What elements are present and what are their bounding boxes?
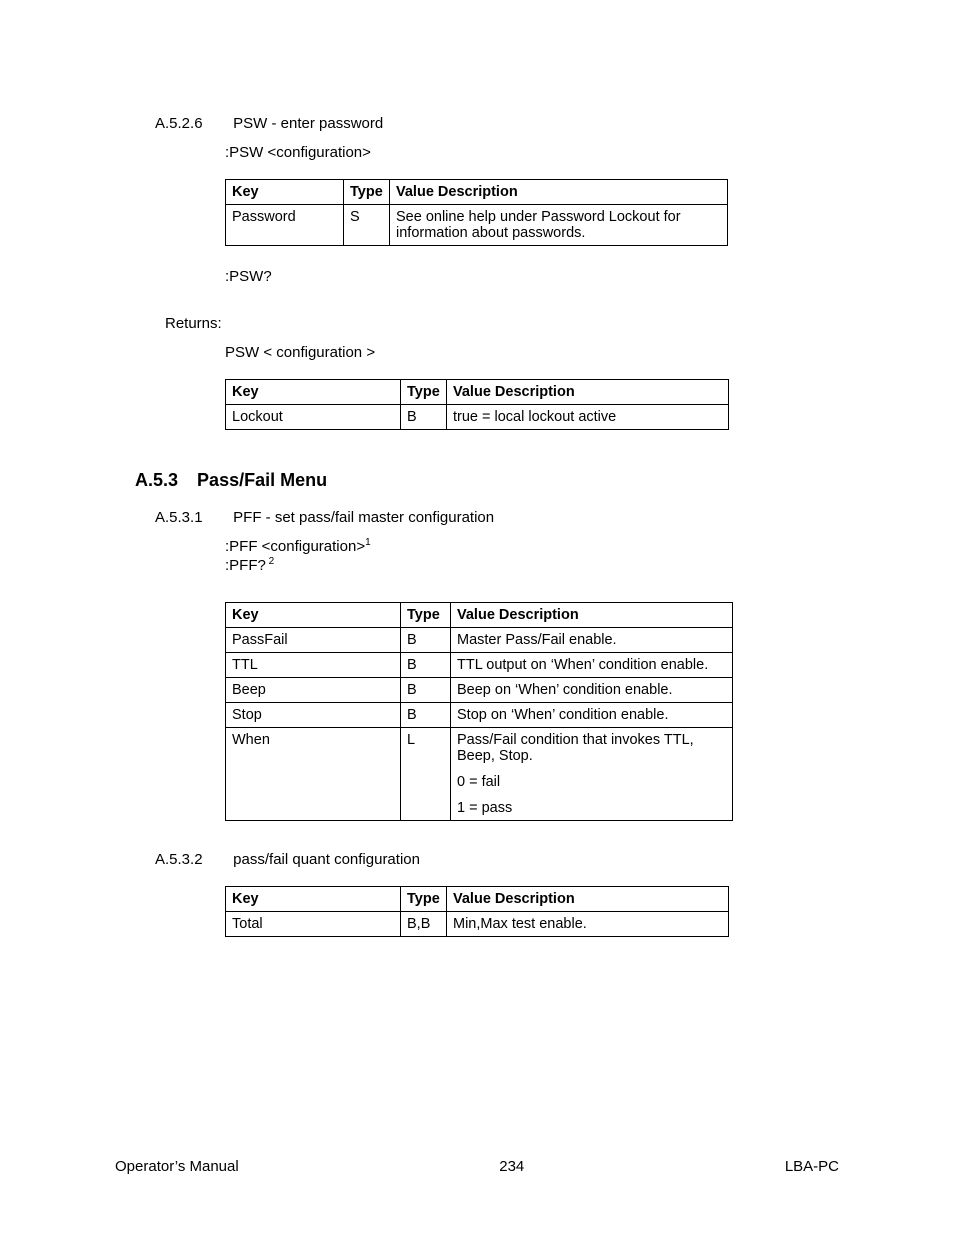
table-row: Stop B Stop on ‘When’ condition enable. (226, 703, 733, 728)
cell-value-line: 1 = pass (457, 800, 726, 816)
code-line: :PFF <configuration>1 (225, 538, 839, 555)
cell-key: Stop (226, 703, 401, 728)
code-line: :PSW <configuration> (225, 144, 839, 161)
text: :PFF? (225, 557, 266, 574)
table-header-row: Key Type Value Description (226, 603, 733, 628)
col-key: Key (226, 887, 401, 912)
cell-key: Password (226, 205, 344, 246)
table-psw-return: Key Type Value Description Lockout B tru… (225, 379, 729, 430)
heading-a532: A.5.3.2 pass/fail quant configuration (155, 851, 839, 868)
col-value: Value Description (447, 380, 729, 405)
table-pff: Key Type Value Description PassFail B Ma… (225, 602, 733, 821)
col-type: Type (401, 887, 447, 912)
heading-num: A.5.2.6 (155, 115, 229, 132)
heading-title: Pass/Fail Menu (197, 470, 327, 490)
col-type: Type (344, 180, 390, 205)
footer-right: LBA-PC (785, 1158, 839, 1175)
cell-type: B (401, 628, 451, 653)
table-row: PassFail B Master Pass/Fail enable. (226, 628, 733, 653)
table-row: Total B,B Min,Max test enable. (226, 912, 729, 937)
cell-type: S (344, 205, 390, 246)
cell-type: B (401, 678, 451, 703)
heading-title: PSW - enter password (233, 115, 383, 132)
heading-num: A.5.3 (135, 470, 178, 491)
heading-a526: A.5.2.6 PSW - enter password (155, 115, 839, 132)
heading-num: A.5.3.2 (155, 851, 229, 868)
page: A.5.2.6 PSW - enter password :PSW <confi… (0, 0, 954, 1235)
col-value: Value Description (447, 887, 729, 912)
cell-value: Stop on ‘When’ condition enable. (451, 703, 733, 728)
cell-value: Beep on ‘When’ condition enable. (451, 678, 733, 703)
cell-key: Lockout (226, 405, 401, 430)
table-row: Lockout B true = local lockout active (226, 405, 729, 430)
footnote-ref: 1 (365, 537, 371, 548)
cell-type: B (401, 703, 451, 728)
col-type: Type (401, 603, 451, 628)
cell-key: PassFail (226, 628, 401, 653)
cell-type: L (401, 728, 451, 821)
cell-type: B (401, 405, 447, 430)
table-row: TTL B TTL output on ‘When’ condition ena… (226, 653, 733, 678)
col-key: Key (226, 603, 401, 628)
code-line: :PFF? 2 (225, 557, 839, 574)
cell-key: Total (226, 912, 401, 937)
table-header-row: Key Type Value Description (226, 887, 729, 912)
cell-key: When (226, 728, 401, 821)
cell-value: Master Pass/Fail enable. (451, 628, 733, 653)
returns-label: Returns: (165, 315, 839, 332)
footnote-ref: 2 (266, 556, 274, 567)
cell-type: B (401, 653, 451, 678)
table-row: Password S See online help under Passwor… (226, 205, 728, 246)
heading-title: PFF - set pass/fail master configuration (233, 509, 494, 526)
col-key: Key (226, 180, 344, 205)
col-value: Value Description (451, 603, 733, 628)
heading-a531: A.5.3.1 PFF - set pass/fail master confi… (155, 509, 839, 526)
table-header-row: Key Type Value Description (226, 380, 729, 405)
cell-key: Beep (226, 678, 401, 703)
cell-key: TTL (226, 653, 401, 678)
code-line: :PSW? (225, 268, 839, 285)
code-line: PSW < configuration > (225, 344, 839, 361)
heading-title: pass/fail quant configuration (233, 851, 420, 868)
col-type: Type (401, 380, 447, 405)
cell-value: true = local lockout active (447, 405, 729, 430)
footer-page-number: 234 (499, 1158, 524, 1175)
cell-value: TTL output on ‘When’ condition enable. (451, 653, 733, 678)
table-row: When L Pass/Fail condition that invokes … (226, 728, 733, 821)
table-psw-set: Key Type Value Description Password S Se… (225, 179, 728, 246)
cell-value: See online help under Password Lockout f… (390, 205, 728, 246)
cell-type: B,B (401, 912, 447, 937)
col-key: Key (226, 380, 401, 405)
col-value: Value Description (390, 180, 728, 205)
heading-a53: A.5.3 Pass/Fail Menu (135, 470, 839, 491)
table-pfq: Key Type Value Description Total B,B Min… (225, 886, 729, 937)
text: :PFF <configuration> (225, 538, 365, 555)
cell-value: Pass/Fail condition that invokes TTL, Be… (451, 728, 733, 821)
footer-left: Operator’s Manual (115, 1158, 239, 1175)
cell-value-line: Pass/Fail condition that invokes TTL, Be… (457, 732, 726, 764)
table-header-row: Key Type Value Description (226, 180, 728, 205)
cell-value-line: 0 = fail (457, 774, 726, 790)
page-footer: Operator’s Manual 234 LBA-PC (0, 1158, 954, 1175)
table-row: Beep B Beep on ‘When’ condition enable. (226, 678, 733, 703)
cell-value: Min,Max test enable. (447, 912, 729, 937)
heading-num: A.5.3.1 (155, 509, 229, 526)
